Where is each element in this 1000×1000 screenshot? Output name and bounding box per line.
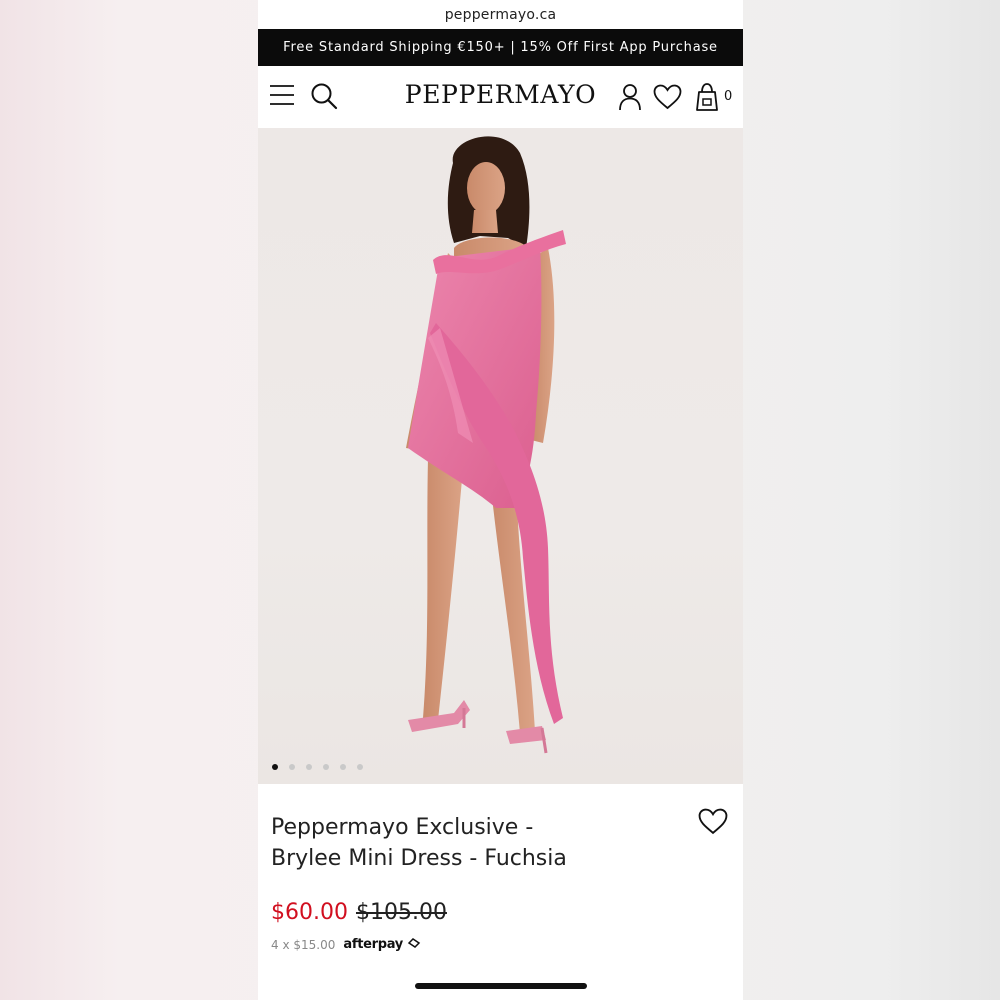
original-price: $105.00 (355, 900, 447, 925)
carousel-dot[interactable] (340, 764, 346, 770)
promo-banner[interactable]: Free Standard Shipping €150+ | 15% Off F… (258, 29, 743, 66)
afterpay-label: afterpay (343, 937, 403, 952)
product-photo (406, 136, 566, 754)
product-title-line1: Peppermayo Exclusive - (271, 815, 534, 840)
price-row: $60.00 $105.00 (271, 900, 447, 925)
product-info: Peppermayo Exclusive - Brylee Mini Dress… (258, 784, 743, 999)
heart-icon[interactable] (653, 84, 682, 110)
product-title-line2: Brylee Mini Dress - Fuchsia (271, 846, 567, 871)
carousel-dot[interactable] (357, 764, 363, 770)
phone-screen: peppermayo.ca Free Standard Shipping €15… (258, 0, 743, 1000)
carousel-dots (272, 764, 363, 770)
cart-count[interactable]: 0 (724, 89, 732, 104)
home-indicator[interactable] (415, 983, 587, 989)
carousel-dot[interactable] (289, 764, 295, 770)
carousel-dot[interactable] (323, 764, 329, 770)
menu-icon[interactable] (269, 84, 295, 106)
account-icon[interactable] (618, 83, 642, 111)
product-image-carousel[interactable] (258, 128, 743, 784)
installment-amount: 4 x $15.00 (271, 937, 336, 952)
installment-info[interactable]: 4 x $15.00 afterpay (271, 937, 421, 952)
afterpay-logo: afterpay (343, 937, 421, 952)
wishlist-heart-icon[interactable] (698, 808, 728, 839)
site-header: PEPPERMAYO 0 (258, 66, 743, 128)
carousel-dot[interactable] (306, 764, 312, 770)
promo-text: Free Standard Shipping €150+ | 15% Off F… (283, 40, 718, 55)
search-icon[interactable] (310, 82, 338, 110)
browser-url-bar[interactable]: peppermayo.ca (258, 0, 743, 29)
carousel-dot[interactable] (272, 764, 278, 770)
bag-icon[interactable] (694, 82, 720, 112)
browser-url[interactable]: peppermayo.ca (445, 7, 557, 23)
product-title: Peppermayo Exclusive - Brylee Mini Dress… (271, 812, 601, 874)
sale-price: $60.00 (271, 900, 348, 925)
afterpay-arrows-icon (408, 938, 421, 948)
